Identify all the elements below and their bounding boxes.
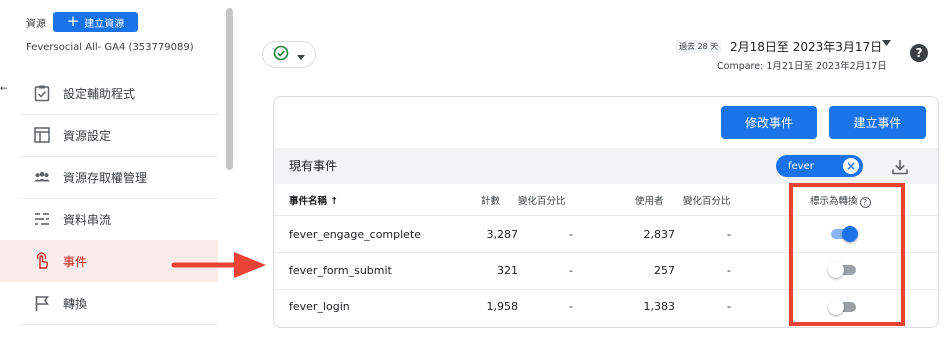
access-management-icon — [33, 168, 51, 186]
help-icon[interactable]: ? — [910, 44, 928, 62]
sidebar: 資源 + 建立資源 Feversocial All- GA4 (35377908… — [0, 0, 233, 342]
event-name-cell[interactable]: fever_form_submit — [289, 264, 392, 277]
users-cell: 257 — [654, 264, 675, 277]
annotation-highlight-box — [789, 183, 905, 326]
sidebar-item-label: 事件 — [63, 254, 88, 269]
date-range-selector[interactable]: 2月18日至 2023年3月17日 — [730, 38, 882, 55]
column-header-change-percent[interactable]: 變化百分比 — [518, 193, 566, 207]
resource-label: 資源 — [26, 19, 46, 30]
chevron-down-icon — [297, 45, 305, 64]
property-settings-icon — [33, 126, 51, 144]
create-event-button[interactable]: 建立事件 — [829, 106, 926, 139]
sidebar-item-label: 資源設定 — [63, 128, 112, 143]
event-name-cell[interactable]: fever_login — [289, 300, 350, 313]
sidebar-item-property-settings[interactable]: 資源設定 — [0, 114, 218, 156]
count-cell: 3,287 — [486, 228, 519, 241]
count-cell: 321 — [497, 264, 518, 277]
plus-icon: + — [66, 12, 80, 30]
sidebar-item-label: 資料串流 — [63, 212, 112, 227]
change-cell: - — [569, 264, 573, 277]
users-cell: 2,837 — [643, 228, 676, 241]
download-icon[interactable] — [890, 157, 910, 177]
users-change-cell: - — [727, 228, 731, 241]
sidebar-item-label: 轉換 — [63, 296, 88, 311]
sidebar-scrollbar[interactable] — [226, 8, 233, 170]
filter-chip-label: fever — [788, 160, 814, 172]
users-cell: 1,383 — [643, 300, 676, 313]
data-streams-icon — [33, 210, 51, 228]
close-icon[interactable]: × — [843, 158, 859, 174]
setup-assistant-icon — [33, 84, 51, 102]
sidebar-item-label: 資源存取權管理 — [63, 170, 148, 185]
status-dropdown[interactable] — [262, 41, 316, 68]
users-change-cell: - — [727, 300, 731, 313]
column-header-event-name[interactable]: 事件名稱 ↑ — [289, 193, 338, 207]
column-header-users[interactable]: 使用者 — [635, 193, 664, 207]
event-name-cell[interactable]: fever_engage_complete — [289, 228, 421, 241]
sidebar-item-conversions[interactable]: 轉換 — [0, 282, 218, 324]
column-header-count[interactable]: 計數 — [481, 193, 500, 207]
date-range-chip: 過去 28 天 — [676, 40, 722, 53]
create-resource-label: 建立資源 — [84, 18, 125, 30]
count-cell: 1,958 — [486, 300, 519, 313]
divider — [20, 324, 218, 325]
account-name[interactable]: Feversocial All- GA4 (353779089) — [26, 42, 194, 53]
table-title: 現有事件 — [289, 159, 338, 173]
date-range-dropdown-icon[interactable] — [882, 39, 891, 49]
create-resource-button[interactable]: + 建立資源 — [53, 12, 138, 32]
sidebar-item-access-management[interactable]: 資源存取權管理 — [0, 156, 218, 198]
annotation-arrow-icon — [171, 252, 266, 278]
sidebar-item-label: 設定輔助程式 — [63, 86, 136, 101]
column-header-users-change-percent[interactable]: 變化百分比 — [683, 193, 731, 207]
conversions-icon — [33, 294, 51, 312]
users-change-cell: - — [727, 264, 731, 277]
check-circle-icon — [273, 45, 289, 65]
modify-event-button[interactable]: 修改事件 — [721, 106, 817, 139]
events-icon — [33, 252, 51, 270]
sidebar-item-data-streams[interactable]: 資料串流 — [0, 198, 218, 240]
compare-range-text: Compare: 1月21日至 2023年2月17日 — [717, 61, 887, 72]
search-filter-chip[interactable]: fever × — [776, 155, 863, 177]
change-cell: - — [569, 228, 573, 241]
sidebar-item-setup-assistant[interactable]: 設定輔助程式 — [0, 72, 218, 114]
change-cell: - — [569, 300, 573, 313]
